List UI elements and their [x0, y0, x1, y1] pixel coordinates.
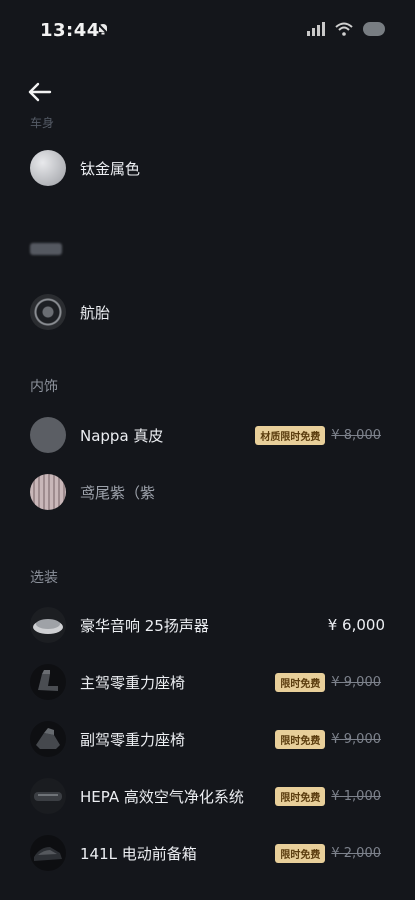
option-row-frunk[interactable]: 141L 电动前备箱 限时免费 ¥ 2,000 [0, 831, 415, 875]
option-label: 鸢尾紫（紫 [80, 483, 156, 502]
battery-icon [363, 22, 385, 36]
option-label: Nappa 真皮 [80, 426, 164, 445]
color-swatch [30, 150, 66, 186]
status-bar: 13:44 [0, 0, 415, 56]
signal-icon [307, 22, 325, 36]
option-row-iris-purple[interactable]: 鸢尾紫（紫 [0, 470, 415, 514]
speaker-icon [30, 607, 66, 643]
option-price: ¥ 6,000 [327, 616, 385, 634]
option-row-driver-seat[interactable]: 主驾零重力座椅 限时免费 ¥ 9,000 [0, 660, 415, 704]
old-price: ¥ 9,000 [331, 674, 381, 690]
option-label: 141L 电动前备箱 [80, 844, 197, 863]
promo-badge: 限时免费 [275, 729, 326, 749]
promo-badge: 限时免费 [275, 786, 326, 806]
price-group: 限时免费 ¥ 1,000 [275, 786, 381, 806]
wheel-icon [30, 294, 66, 330]
status-icons [307, 22, 385, 36]
old-price: ¥ 1,000 [331, 788, 381, 804]
section-title-partial: 车身 [30, 116, 55, 130]
option-label: HEPA 高效空气净化系统 [80, 787, 244, 806]
option-row-passenger-seat[interactable]: 副驾零重力座椅 限时免费 ¥ 9,000 [0, 717, 415, 761]
old-price: ¥ 2,000 [331, 845, 381, 861]
promo-badge: 限时免费 [275, 672, 326, 692]
option-label: 钛金属色 [80, 159, 141, 178]
option-row-titanium[interactable]: 钛金属色 [0, 146, 415, 190]
car-frunk-icon [30, 835, 66, 871]
option-row-hepa[interactable]: HEPA 高效空气净化系统 限时免费 ¥ 1,000 [0, 774, 415, 818]
option-row-wheel[interactable]: 航胎 [0, 290, 415, 334]
color-swatch [30, 474, 66, 510]
price-group: 材质限时免费 ¥ 8,000 [255, 425, 381, 445]
seat-icon [30, 721, 66, 757]
option-row-nappa[interactable]: Nappa 真皮 材质限时免费 ¥ 8,000 [0, 413, 415, 457]
air-purifier-icon [30, 778, 66, 814]
section-title-options: 选装 [30, 570, 58, 586]
option-label: 副驾零重力座椅 [80, 730, 186, 749]
price-group: 限时免费 ¥ 9,000 [275, 672, 381, 692]
old-price: ¥ 8,000 [331, 427, 381, 443]
promo-badge: 材质限时免费 [255, 425, 326, 445]
option-label: 豪华音响 25扬声器 [80, 616, 209, 635]
color-swatch [30, 417, 66, 453]
back-arrow-icon[interactable] [26, 80, 54, 104]
status-time: 13:44 [40, 20, 100, 41]
option-label: 航胎 [80, 303, 111, 322]
wifi-icon [335, 22, 353, 36]
price-group: 限时免费 ¥ 2,000 [275, 843, 381, 863]
promo-badge: 限时免费 [275, 843, 326, 863]
seat-icon [30, 664, 66, 700]
brand-logo [30, 243, 62, 255]
price-group: 限时免费 ¥ 9,000 [275, 729, 381, 749]
old-price: ¥ 9,000 [331, 731, 381, 747]
bell-muted-icon [97, 23, 109, 35]
option-row-audio[interactable]: 豪华音响 25扬声器 ¥ 6,000 [0, 603, 415, 647]
option-label: 主驾零重力座椅 [80, 673, 186, 692]
section-title-interior: 内饰 [30, 379, 58, 395]
